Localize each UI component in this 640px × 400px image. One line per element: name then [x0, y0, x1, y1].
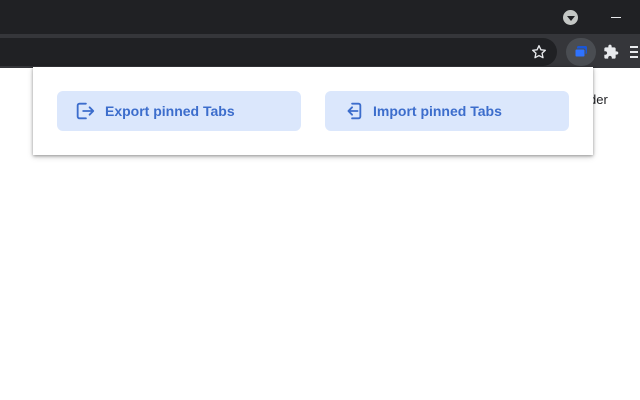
- export-button-label: Export pinned Tabs: [105, 103, 235, 119]
- address-bar[interactable]: [0, 38, 557, 66]
- export-icon: [74, 100, 96, 122]
- import-icon: [342, 100, 364, 122]
- puzzle-icon[interactable]: [600, 41, 622, 63]
- import-pinned-tabs-button[interactable]: Import pinned Tabs: [325, 91, 569, 131]
- pinned-tabs-extension-icon[interactable]: [566, 38, 596, 66]
- export-pinned-tabs-button[interactable]: Export pinned Tabs: [57, 91, 301, 131]
- profile-dropdown-icon[interactable]: [563, 10, 578, 25]
- import-button-label: Import pinned Tabs: [373, 103, 502, 119]
- star-icon[interactable]: [528, 41, 550, 63]
- extension-popup: Export pinned Tabs Import pinned Tabs: [33, 67, 593, 155]
- minimize-icon[interactable]: [604, 7, 628, 27]
- menu-icon[interactable]: [630, 41, 640, 63]
- browser-titlebar: [0, 0, 640, 34]
